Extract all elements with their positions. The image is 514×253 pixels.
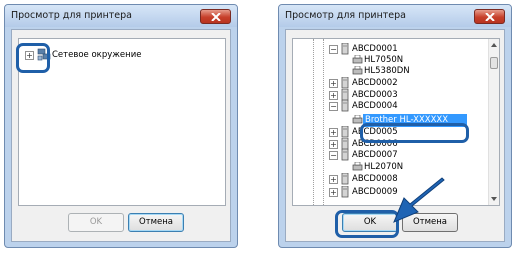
printer-browse-dialog-initial: Просмотр для принтера + Сетевое окружени… [4, 4, 238, 248]
vertical-scrollbar[interactable] [488, 39, 499, 205]
expand-icon[interactable]: + [329, 188, 338, 197]
highlight-ring-network [16, 43, 50, 73]
title-bar: Просмотр для принтера [279, 5, 511, 27]
computer-icon [341, 43, 349, 55]
computer-icon [341, 149, 349, 161]
dialog-title: Просмотр для принтера [285, 10, 407, 21]
scroll-down-icon[interactable] [491, 197, 497, 201]
tree-guide-line [323, 39, 324, 205]
tree-item-printer[interactable]: HL5380DN [364, 65, 410, 77]
highlight-ring-ok-button [335, 210, 399, 238]
computer-icon [341, 186, 349, 198]
tree-item-computer[interactable]: ABCD0002 [352, 77, 398, 89]
close-icon [211, 13, 221, 21]
title-bar: Просмотр для принтера [5, 5, 237, 27]
collapse-icon[interactable]: − [329, 151, 338, 160]
expand-icon[interactable]: + [329, 175, 338, 184]
tree-item-computer[interactable]: ABCD0008 [352, 173, 398, 185]
tree-item-network[interactable]: Сетевое окружение [52, 49, 141, 61]
close-button[interactable] [200, 9, 231, 24]
printer-icon [352, 115, 363, 124]
expand-icon[interactable]: + [329, 91, 338, 100]
tree-guide-line [313, 39, 314, 205]
tree-item-computer[interactable]: ABCD0004 [352, 100, 398, 112]
expand-icon[interactable]: + [329, 140, 338, 149]
expand-icon[interactable]: + [329, 128, 338, 137]
close-icon [485, 13, 495, 21]
highlight-ring-selected-printer [360, 123, 469, 143]
cancel-button[interactable]: Отмена [128, 213, 184, 232]
computer-icon [341, 126, 349, 138]
dialog-title: Просмотр для принтера [11, 10, 133, 21]
ok-button[interactable]: OK [68, 213, 124, 232]
printer-icon [352, 66, 363, 75]
collapse-icon[interactable]: − [329, 102, 338, 111]
computer-icon [341, 173, 349, 185]
tree-item-computer[interactable]: ABCD0007 [352, 149, 398, 161]
close-button[interactable] [474, 9, 505, 24]
computer-icon [341, 100, 349, 112]
tree-item-printer[interactable]: HL2070N [364, 161, 403, 173]
tree-item-computer[interactable]: ABCD0009 [352, 186, 398, 198]
expand-icon[interactable]: + [329, 79, 338, 88]
scroll-up-icon[interactable] [491, 43, 497, 47]
printer-icon [352, 55, 363, 64]
computer-icon [341, 77, 349, 89]
scroll-thumb[interactable] [490, 57, 498, 69]
collapse-icon[interactable]: − [329, 45, 338, 54]
printer-icon [352, 162, 363, 171]
pointer-arrow-icon [393, 177, 445, 223]
